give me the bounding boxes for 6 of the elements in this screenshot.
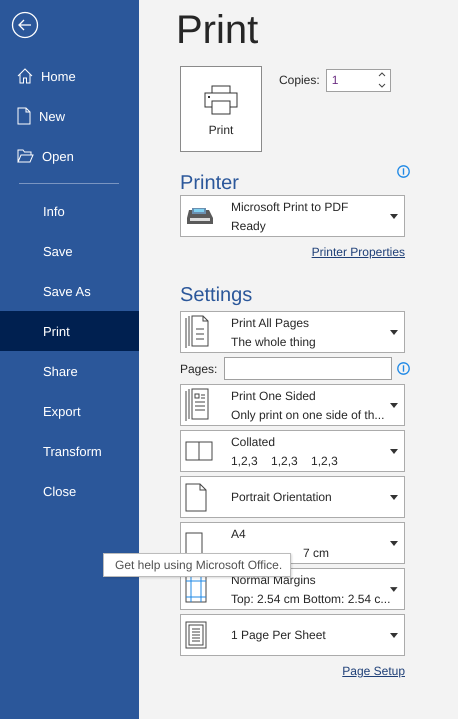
pages-label: Pages: [180, 362, 218, 376]
copies-label: Copies: [279, 73, 320, 87]
page-title: Print [176, 8, 260, 54]
settings-heading: Settings [180, 284, 252, 307]
tooltip: Get help using Microsoft Office. [103, 553, 292, 577]
printer-heading: Printer [180, 172, 239, 195]
